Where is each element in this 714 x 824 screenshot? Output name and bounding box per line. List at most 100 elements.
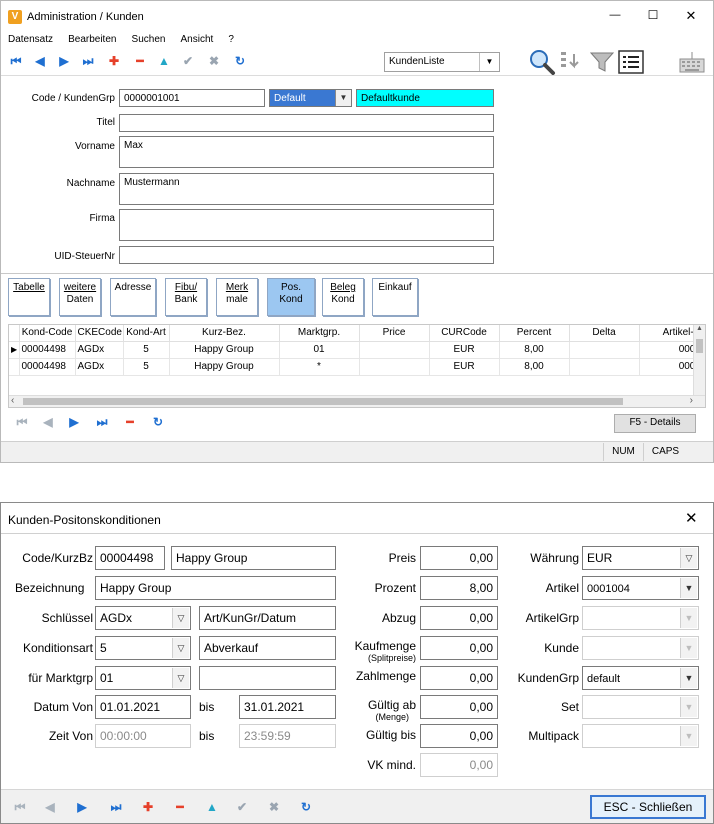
menu-datensatz[interactable]: Datensatz (8, 34, 53, 45)
tab-weitere-daten[interactable]: weitere Daten (59, 278, 101, 316)
uid-input[interactable] (119, 246, 494, 264)
grid-delete-icon[interactable]: ━ (119, 412, 141, 432)
zeit-bis-input[interactable]: 23:59:59 (239, 724, 336, 748)
keyboard-icon[interactable] (678, 50, 706, 74)
next-record-icon[interactable]: ▶ (53, 51, 75, 71)
confirm-icon[interactable]: ✔ (177, 51, 199, 71)
firma-input[interactable] (119, 209, 494, 241)
schluessel-select[interactable]: AGDx ▽ (95, 606, 191, 630)
kundengrp-select[interactable]: default ▼ (582, 666, 699, 690)
table-cell[interactable]: EUR (429, 341, 500, 359)
last-record-icon[interactable]: ⏭ (77, 51, 99, 71)
tab-pos-kond[interactable]: Pos. Kond (267, 278, 315, 316)
tab-tabelle[interactable]: Tabelle (8, 278, 50, 316)
datum-bis-input[interactable]: 31.01.2021 (239, 695, 336, 719)
table-cell[interactable]: 8,00 (499, 358, 570, 376)
datum-von-input[interactable]: 01.01.2021 (95, 695, 191, 719)
table-cell[interactable]: 00004498 (19, 358, 76, 376)
col-header[interactable]: Delta (569, 325, 640, 342)
table-cell[interactable]: EUR (429, 358, 500, 376)
menu-suchen[interactable]: Suchen (132, 34, 166, 45)
table-cell[interactable]: 8,00 (499, 341, 570, 359)
table-cell[interactable]: 5 (123, 341, 170, 359)
filter-icon[interactable] (589, 50, 615, 74)
close-button[interactable]: ✕ (681, 8, 701, 24)
table-cell[interactable] (359, 358, 430, 376)
bezeichnung-input[interactable]: Happy Group (95, 576, 336, 600)
add-record-icon[interactable]: ✚ (103, 51, 125, 71)
hscroll-thumb[interactable] (23, 398, 623, 405)
col-header[interactable]: CURCode (429, 325, 500, 342)
zeit-von-input[interactable]: 00:00:00 (95, 724, 191, 748)
scrollbar-thumb[interactable] (696, 339, 703, 353)
col-header[interactable]: Percent (499, 325, 570, 342)
abzug-input[interactable]: 0,00 (420, 606, 498, 630)
table-cell[interactable]: 01 (279, 341, 360, 359)
vertical-scrollbar[interactable]: ▲ (693, 325, 705, 395)
table-cell[interactable]: * (279, 358, 360, 376)
kurzbz-input[interactable]: Happy Group (171, 546, 336, 570)
grid-next-icon[interactable]: ▶ (63, 412, 85, 432)
tab-fibu-bank[interactable]: Fibu/Bank (165, 278, 207, 316)
konditionsart-select[interactable]: 5 ▽ (95, 636, 191, 660)
tab-beleg-kond[interactable]: Beleg Kond (322, 278, 364, 316)
table-cell[interactable]: 5 (123, 358, 170, 376)
edit-record-icon[interactable]: ▲ (201, 797, 223, 817)
zahlmenge-input[interactable]: 0,00 (420, 666, 498, 690)
table-row[interactable]: 00004498 AGDx 5 Happy Group * EUR 8,00 0… (9, 358, 705, 376)
sort-icon[interactable] (559, 50, 585, 74)
waehrung-select[interactable]: EUR ▽ (582, 546, 699, 570)
gueltig-ab-input[interactable]: 0,00 (420, 695, 498, 719)
kundenliste-select[interactable]: KundenListe ▼ (384, 52, 500, 72)
table-row[interactable]: ▶ 00004498 AGDx 5 Happy Group 01 EUR 8,0… (9, 341, 705, 359)
table-cell[interactable]: 00004498 (19, 341, 76, 359)
tab-einkauf[interactable]: Einkauf (372, 278, 418, 316)
maximize-button[interactable]: ☐ (643, 8, 663, 22)
set-select[interactable]: ▼ (582, 695, 699, 719)
menu-ansicht[interactable]: Ansicht (181, 34, 214, 45)
next-record-icon[interactable]: ▶ (71, 797, 93, 817)
kunde-select[interactable]: ▼ (582, 636, 699, 660)
kaufmenge-input[interactable]: 0,00 (420, 636, 498, 660)
edit-record-icon[interactable]: ▲ (153, 51, 175, 71)
table-cell[interactable]: Happy Group (169, 341, 280, 359)
delete-record-icon[interactable]: ━ (169, 797, 191, 817)
artikelgrp-select[interactable]: ▼ (582, 606, 699, 630)
details-button[interactable]: F5 - Details (614, 414, 696, 433)
minimize-button[interactable]: — (605, 9, 625, 21)
titel-input[interactable] (119, 114, 494, 132)
refresh-icon[interactable]: ↻ (295, 797, 317, 817)
list-view-icon[interactable] (618, 50, 644, 74)
delete-record-icon[interactable]: ━ (129, 51, 151, 71)
marktgrp-select[interactable]: 01 ▽ (95, 666, 191, 690)
horizontal-scrollbar[interactable]: ‹ › (9, 395, 705, 407)
multipack-select[interactable]: ▼ (582, 724, 699, 748)
tab-merkmale[interactable]: Merk male (216, 278, 258, 316)
nachname-input[interactable]: Mustermann (119, 173, 494, 205)
cancel-icon[interactable]: ✖ (263, 797, 285, 817)
table-cell[interactable] (569, 341, 640, 359)
grid-refresh-icon[interactable]: ↻ (147, 412, 169, 432)
col-header[interactable]: CKECode (75, 325, 124, 342)
first-record-icon[interactable]: ⏮ (9, 797, 31, 817)
confirm-icon[interactable]: ✔ (231, 797, 253, 817)
col-header[interactable]: Kond-Code (19, 325, 76, 342)
gueltig-bis-input[interactable]: 0,00 (420, 724, 498, 748)
table-cell[interactable] (359, 341, 430, 359)
tab-adresse[interactable]: Adresse (110, 278, 156, 316)
scroll-right-icon[interactable]: › (690, 395, 693, 406)
menu-help[interactable]: ? (228, 34, 234, 45)
col-header[interactable]: Price (359, 325, 430, 342)
col-header[interactable]: Marktgrp. (279, 325, 360, 342)
preis-input[interactable]: 0,00 (420, 546, 498, 570)
grid-last-icon[interactable]: ⏭ (91, 412, 113, 432)
menu-bearbeiten[interactable]: Bearbeiten (68, 34, 116, 45)
table-cell[interactable] (569, 358, 640, 376)
scroll-left-icon[interactable]: ‹ (11, 395, 14, 406)
first-record-icon[interactable]: ⏮ (5, 51, 27, 71)
grid-first-icon[interactable]: ⏮ (11, 412, 33, 432)
vk-mind-input[interactable]: 0,00 (420, 753, 498, 777)
close-dialog-button[interactable]: ESC - Schließen (590, 795, 706, 819)
prev-record-icon[interactable]: ◀ (39, 797, 61, 817)
table-cell[interactable]: AGDx (75, 341, 124, 359)
